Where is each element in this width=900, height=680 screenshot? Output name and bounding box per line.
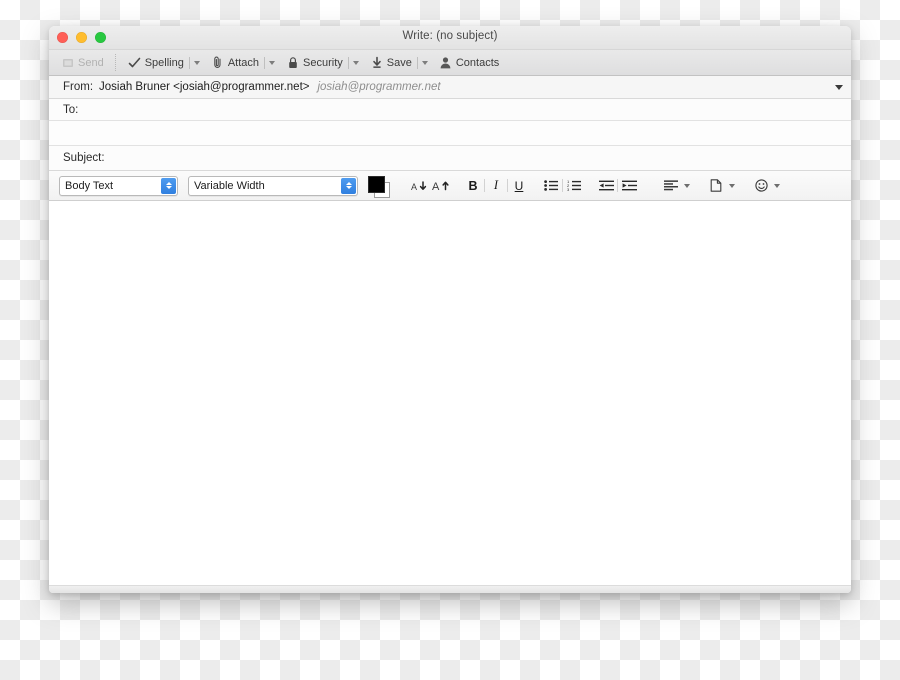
list-group: 1 2 3 <box>540 175 585 196</box>
formatting-toolbar: Body Text Variable Width A A B I U 1 2 3 <box>49 171 851 201</box>
from-label: From: <box>63 81 94 93</box>
checkmark-icon <box>128 56 142 70</box>
attach-label: Attach <box>227 56 260 69</box>
numbered-list-button[interactable]: 1 2 3 <box>563 175 585 196</box>
send-button[interactable]: Send <box>57 53 108 72</box>
align-button[interactable] <box>660 175 682 196</box>
main-toolbar: Send Spelling Attach Security Save Conta… <box>49 50 851 76</box>
window-titlebar: Write: (no subject) <box>49 26 851 50</box>
insert-group <box>705 175 740 196</box>
save-label: Save <box>386 56 412 69</box>
svg-text:3: 3 <box>567 187 570 191</box>
security-label: Security <box>303 56 343 69</box>
font-family-select[interactable]: Variable Width <box>188 175 358 196</box>
to-label: To: <box>63 103 79 116</box>
font-family-value: Variable Width <box>194 179 265 192</box>
foreground-color-swatch[interactable] <box>368 175 385 193</box>
window-title: Write: (no subject) <box>402 30 498 42</box>
person-icon <box>439 56 453 70</box>
spelling-button[interactable]: Spelling <box>124 53 207 72</box>
contacts-label: Contacts <box>455 56 500 69</box>
font-size-group: A A <box>408 175 452 196</box>
recipient-blank-row[interactable] <box>49 121 851 145</box>
paragraph-style-value: Body Text <box>65 179 114 192</box>
attach-button[interactable]: Attach <box>207 53 282 72</box>
align-group <box>660 175 695 196</box>
download-arrow-icon <box>370 56 384 70</box>
subject-label: Subject: <box>63 152 105 164</box>
emoticon-dropdown-icon[interactable] <box>774 183 780 188</box>
text-style-group: B I U <box>462 175 530 196</box>
align-dropdown-icon[interactable] <box>684 183 690 188</box>
indent-group <box>595 175 640 196</box>
from-dropdown-icon[interactable] <box>835 85 843 90</box>
divider <box>264 56 266 69</box>
message-body-editor[interactable] <box>49 201 851 585</box>
font-family-stepper-icon[interactable] <box>341 177 356 194</box>
emoticon-button[interactable] <box>750 175 772 196</box>
divider <box>347 56 349 69</box>
window-bottom-edge <box>49 585 851 593</box>
toolbar-separator <box>114 54 117 71</box>
spelling-label: Spelling <box>144 56 184 69</box>
decrease-font-size-button[interactable]: A <box>408 175 430 196</box>
subject-row[interactable]: Subject: <box>49 146 851 170</box>
from-identity-value: Josiah Bruner <josiah@programmer.net> <box>99 81 310 93</box>
increase-font-size-button[interactable]: A <box>430 175 452 196</box>
spelling-dropdown-icon[interactable] <box>193 60 200 65</box>
divider <box>416 56 418 69</box>
save-dropdown-icon[interactable] <box>421 60 428 65</box>
text-color-button[interactable] <box>368 175 390 198</box>
compose-window: Write: (no subject) Send Spelling Attach <box>49 26 851 593</box>
svg-text:A: A <box>432 181 440 192</box>
send-icon <box>61 56 75 70</box>
paragraph-style-stepper-icon[interactable] <box>161 177 176 194</box>
security-button[interactable]: Security <box>282 53 366 72</box>
bullet-list-button[interactable] <box>540 175 562 196</box>
lock-icon <box>286 56 300 70</box>
attach-dropdown-icon[interactable] <box>269 60 276 65</box>
svg-text:A: A <box>411 182 417 192</box>
header-fields: From: Josiah Bruner <josiah@programmer.n… <box>49 76 851 171</box>
to-row[interactable]: To: <box>49 99 851 120</box>
from-alias-value: josiah@programmer.net <box>317 81 441 93</box>
paragraph-style-select[interactable]: Body Text <box>59 175 178 196</box>
outdent-button[interactable] <box>595 175 617 196</box>
from-row[interactable]: From: Josiah Bruner <josiah@programmer.n… <box>49 76 851 98</box>
security-dropdown-icon[interactable] <box>352 60 359 65</box>
contacts-button[interactable]: Contacts <box>435 53 503 72</box>
divider <box>188 56 190 69</box>
bold-button[interactable]: B <box>462 175 484 196</box>
emoticon-group <box>750 175 785 196</box>
insert-dropdown-icon[interactable] <box>729 183 735 188</box>
indent-button[interactable] <box>618 175 640 196</box>
underline-button[interactable]: U <box>508 175 530 196</box>
paperclip-icon <box>211 56 225 70</box>
italic-button[interactable]: I <box>485 175 507 196</box>
save-button[interactable]: Save <box>366 53 435 72</box>
insert-button[interactable] <box>705 175 727 196</box>
send-label: Send <box>78 56 104 69</box>
